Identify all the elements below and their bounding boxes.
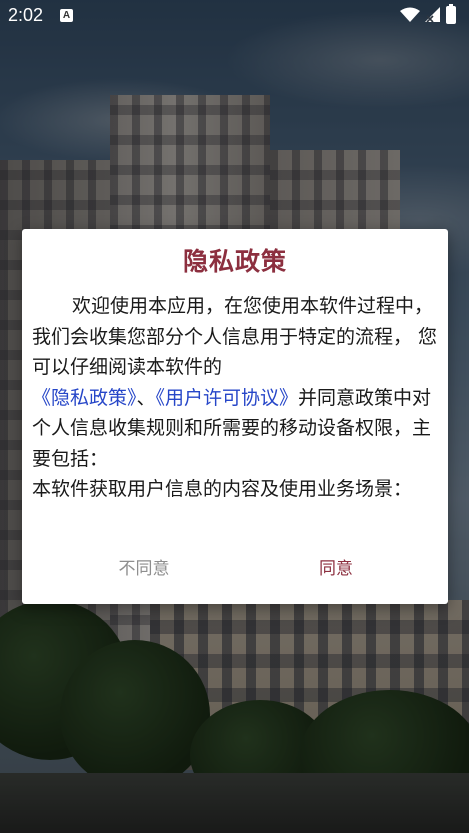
privacy-dialog: 隐私政策 欢迎使用本应用，在您使用本软件过程中，我们会收集您部分个人信息用于特定…	[22, 229, 448, 604]
intro-paragraph: 欢迎使用本应用，在您使用本软件过程中，我们会收集您部分个人信息用于特定的流程， …	[32, 291, 438, 383]
links-paragraph: 《隐私政策》、《用户许可协议》并同意政策中对个人信息收集规则和所需要的移动设备权…	[32, 383, 438, 475]
dialog-title: 隐私政策	[182, 247, 287, 276]
dialog-body[interactable]: 欢迎使用本应用，在您使用本软件过程中，我们会收集您部分个人信息用于特定的流程， …	[32, 291, 438, 541]
privacy-policy-link[interactable]: 《隐私政策》	[32, 387, 137, 409]
battery-icon	[446, 4, 456, 24]
intro-text: 欢迎使用本应用，在您使用本软件过程中，我们会收集您部分个人信息用于特定的流程， …	[32, 295, 438, 378]
disagree-button[interactable]: 不同意	[74, 554, 214, 584]
status-bar: 2:02 A	[0, 0, 469, 32]
status-time: 2:02	[8, 5, 44, 25]
info-text: 本软件获取用户信息的内容及使用业务场景：	[32, 478, 413, 500]
user-license-link[interactable]: 《用户许可协议》	[156, 387, 299, 409]
link-separator: 、	[136, 386, 156, 409]
notification-a-icon: A	[60, 9, 73, 22]
wifi-icon	[400, 7, 420, 22]
agree-button[interactable]: 同意	[266, 554, 406, 584]
signal-icon	[425, 7, 440, 23]
info-paragraph: 本软件获取用户信息的内容及使用业务场景：	[32, 474, 438, 505]
